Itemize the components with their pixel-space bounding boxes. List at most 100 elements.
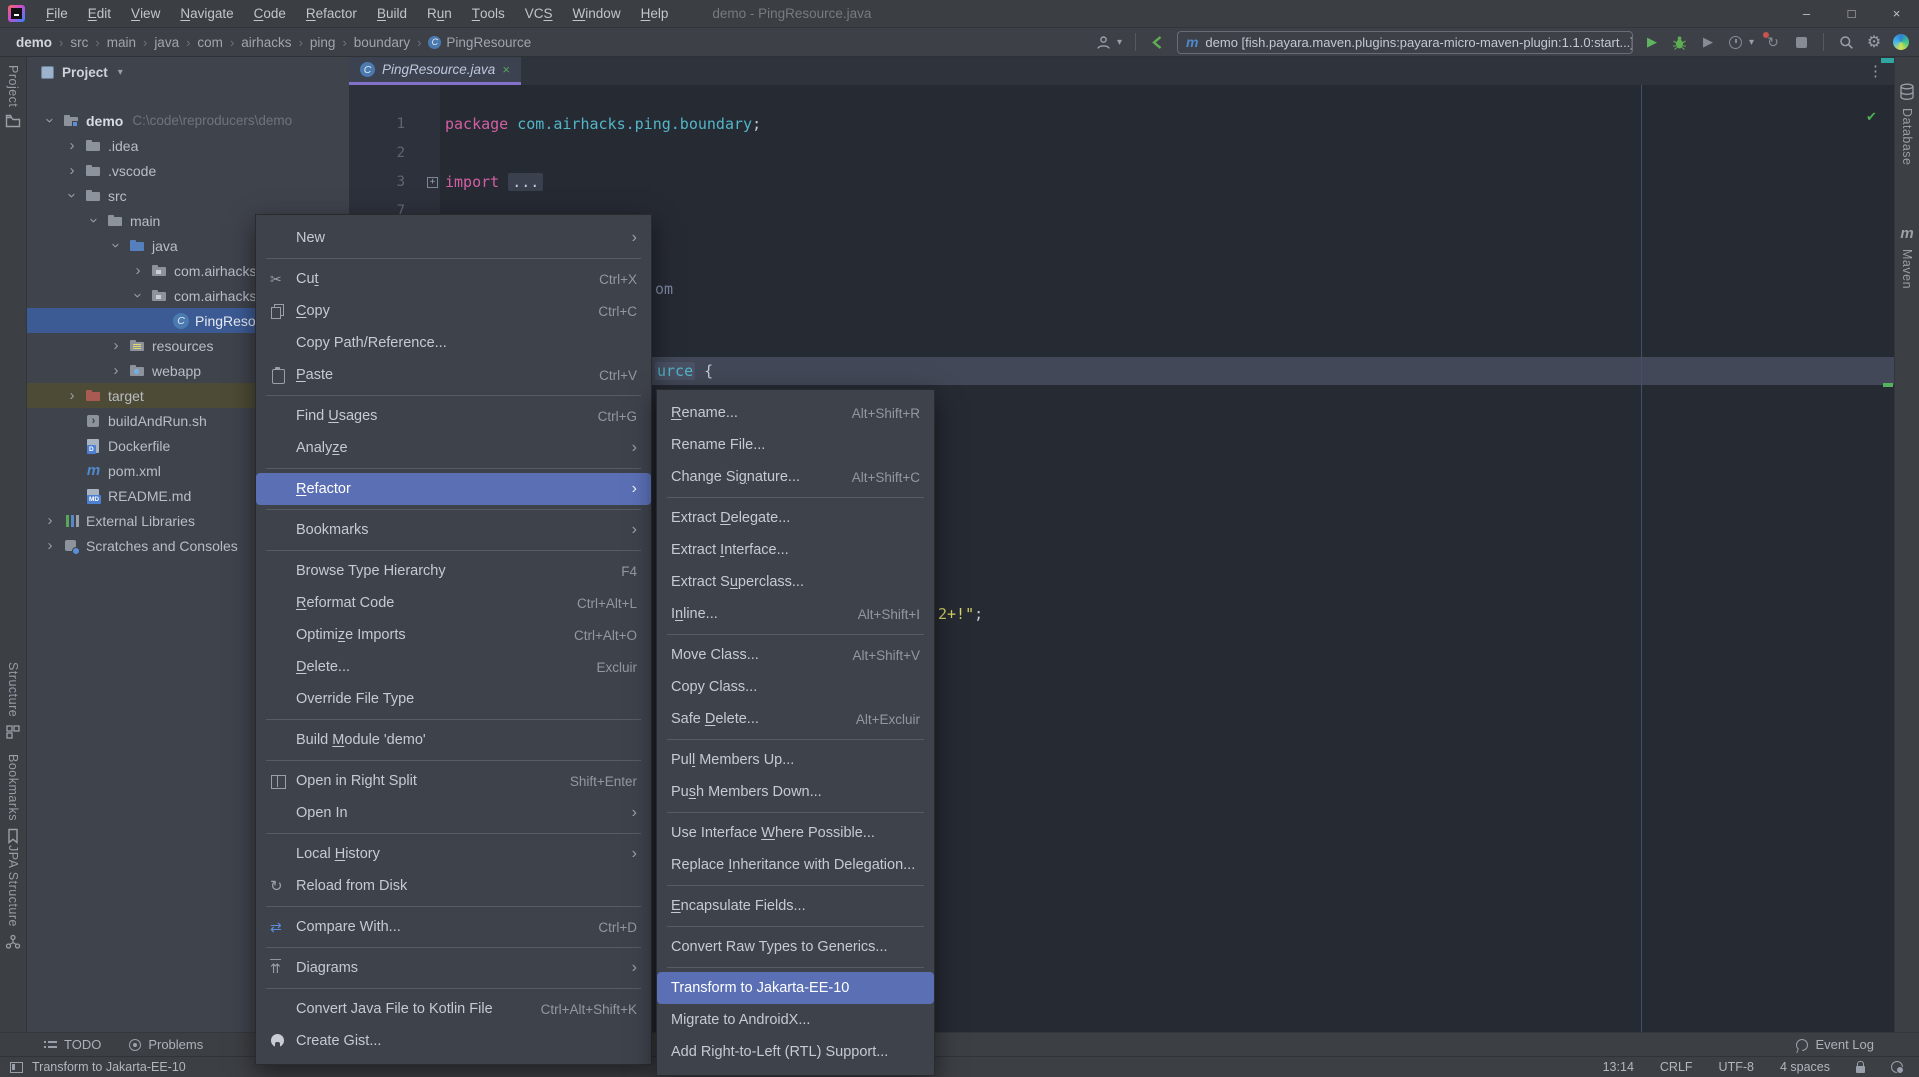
titlebar-menu-code[interactable]: Code (244, 0, 296, 27)
menu-item-replace-inheritance-with-delegation[interactable]: Replace Inheritance with Delegation... (657, 849, 934, 881)
tool-button-structure[interactable]: Structure (0, 662, 26, 740)
run-with-coverage-button[interactable]: ▶ (1699, 33, 1717, 51)
chevron-collapsed-icon[interactable]: › (65, 138, 79, 153)
menu-item-rename-file[interactable]: Rename File... (657, 429, 934, 461)
menu-item-open-in[interactable]: Open In› (256, 797, 651, 829)
status-segment-crlf[interactable]: CRLF (1660, 1060, 1693, 1074)
search-everywhere-icon[interactable] (1837, 33, 1855, 51)
chevron-expanded-icon[interactable]: › (65, 189, 80, 203)
tool-button-bookmarks[interactable]: Bookmarks (0, 754, 26, 844)
chevron-expanded-icon[interactable]: › (43, 114, 58, 128)
breadcrumb-item-java[interactable]: java (154, 35, 179, 50)
menu-item-delete[interactable]: Delete...Excluir (256, 651, 651, 683)
chevron-collapsed-icon[interactable]: › (109, 338, 123, 353)
menu-item-reformat-code[interactable]: Reformat CodeCtrl+Alt+L (256, 587, 651, 619)
payara-icon[interactable] (1893, 34, 1909, 50)
menu-item-find-usages[interactable]: Find UsagesCtrl+G (256, 400, 651, 432)
menu-item-change-signature[interactable]: Change Signature...Alt+Shift+C (657, 461, 934, 493)
status-segment-utf-8[interactable]: UTF-8 (1719, 1060, 1754, 1074)
tab-close-icon[interactable]: × (502, 62, 510, 77)
chevron-collapsed-icon[interactable]: › (65, 163, 79, 178)
menu-item-copy-path-reference[interactable]: Copy Path/Reference... (256, 327, 651, 359)
project-panel-header[interactable]: Project ▾ (27, 57, 349, 87)
tree-row-vscode[interactable]: ›.vscode (27, 158, 349, 183)
titlebar-menu-tools[interactable]: Tools (462, 0, 515, 27)
menu-item-diagrams[interactable]: Diagrams› (256, 952, 651, 984)
breadcrumb-item-boundary[interactable]: boundary (354, 35, 410, 50)
tool-button-maven[interactable]: m Maven (1895, 225, 1919, 289)
menu-item-convert-java-file-to-kotlin-file[interactable]: Convert Java File to Kotlin FileCtrl+Alt… (256, 993, 651, 1025)
menu-item-cut[interactable]: CutCtrl+X (256, 263, 651, 295)
lock-icon[interactable] (1856, 1066, 1865, 1073)
titlebar-menu-run[interactable]: Run (417, 0, 462, 27)
menu-item-reload-from-disk[interactable]: Reload from Disk (256, 870, 651, 902)
menu-item-pull-members-up[interactable]: Pull Members Up... (657, 744, 934, 776)
close-button[interactable]: × (1874, 0, 1919, 27)
menu-item-new[interactable]: New› (256, 222, 651, 254)
menu-item-encapsulate-fields[interactable]: Encapsulate Fields... (657, 890, 934, 922)
chevron-expanded-icon[interactable]: › (131, 289, 146, 303)
menu-item-extract-delegate[interactable]: Extract Delegate... (657, 502, 934, 534)
menu-item-add-right-to-left-rtl-support[interactable]: Add Right-to-Left (RTL) Support... (657, 1036, 934, 1068)
breadcrumb-item-src[interactable]: src (70, 35, 88, 50)
menu-item-bookmarks[interactable]: Bookmarks› (256, 514, 651, 546)
menu-item-copy[interactable]: CopyCtrl+C (256, 295, 651, 327)
menu-item-copy-class[interactable]: Copy Class... (657, 671, 934, 703)
chevron-collapsed-icon[interactable]: › (109, 363, 123, 378)
chevron-collapsed-icon[interactable]: › (65, 388, 79, 403)
project-view-caret-icon[interactable]: ▾ (118, 67, 123, 78)
event-log-button[interactable]: Event Log (1796, 1037, 1874, 1052)
menu-item-override-file-type[interactable]: Override File Type (256, 683, 651, 715)
menu-item-analyze[interactable]: Analyze› (256, 432, 651, 464)
status-dock-icon[interactable] (10, 1062, 23, 1073)
run-configuration-select[interactable]: m demo [fish.payara.maven.plugins:payara… (1177, 31, 1633, 54)
titlebar-menu-navigate[interactable]: Navigate (170, 0, 243, 27)
menu-item-paste[interactable]: PasteCtrl+V (256, 359, 651, 391)
titlebar-menu-build[interactable]: Build (367, 0, 417, 27)
minimize-button[interactable]: – (1784, 0, 1829, 27)
breadcrumb-item-main[interactable]: main (107, 35, 136, 50)
titlebar-menu-edit[interactable]: Edit (78, 0, 121, 27)
profiler-button[interactable] (1727, 33, 1745, 51)
menu-item-move-class[interactable]: Move Class...Alt+Shift+V (657, 639, 934, 671)
breadcrumb-item-com[interactable]: com (197, 35, 223, 50)
menu-item-convert-raw-types-to-generics[interactable]: Convert Raw Types to Generics... (657, 931, 934, 963)
tab-pingresource[interactable]: C PingResource.java × (349, 57, 521, 85)
tree-row-idea[interactable]: ›.idea (27, 133, 349, 158)
build-icon[interactable] (1149, 33, 1167, 51)
stop-button[interactable] (1792, 33, 1810, 51)
tool-button-project[interactable]: Project (0, 65, 26, 128)
rerun-disabled-icon[interactable]: ↻ (1764, 33, 1782, 51)
breadcrumb-item-demo[interactable]: demo (16, 35, 52, 50)
menu-item-optimize-imports[interactable]: Optimize ImportsCtrl+Alt+O (256, 619, 651, 651)
tree-row-demo[interactable]: ›demoC:\code\reproducers\demo (27, 108, 349, 133)
menu-item-create-gist[interactable]: Create Gist... (256, 1025, 651, 1057)
menu-item-safe-delete[interactable]: Safe Delete...Alt+Excluir (657, 703, 934, 735)
chevron-collapsed-icon[interactable]: › (131, 263, 145, 278)
breadcrumb-item-ping[interactable]: ping (310, 35, 336, 50)
todo-tool-button[interactable]: TODO (44, 1037, 101, 1052)
menu-item-inline[interactable]: Inline...Alt+Shift+I (657, 598, 934, 630)
menu-item-compare-with[interactable]: Compare With...Ctrl+D (256, 911, 651, 943)
chevron-expanded-icon[interactable]: › (109, 239, 124, 253)
tool-button-jpa-structure[interactable]: JPA Structure (0, 845, 26, 950)
titlebar-menu-file[interactable]: File (36, 0, 78, 27)
menu-item-build-module-demo[interactable]: Build Module 'demo' (256, 724, 651, 756)
maximize-button[interactable]: □ (1829, 0, 1874, 27)
chevron-collapsed-icon[interactable]: › (43, 513, 57, 528)
menu-item-transform-to-jakarta-ee-10[interactable]: Transform to Jakarta-EE-10 (657, 972, 934, 1004)
menu-item-extract-superclass[interactable]: Extract Superclass... (657, 566, 934, 598)
run-button[interactable]: ▶ (1643, 33, 1661, 51)
status-segment-4-spaces[interactable]: 4 spaces (1780, 1060, 1830, 1074)
menu-item-extract-interface[interactable]: Extract Interface... (657, 534, 934, 566)
fold-expand-icon[interactable]: + (427, 177, 438, 188)
problems-tool-button[interactable]: Problems (129, 1037, 203, 1052)
tool-button-database[interactable]: Database (1895, 83, 1919, 166)
chevron-collapsed-icon[interactable]: › (43, 538, 57, 553)
menu-item-browse-type-hierarchy[interactable]: Browse Type HierarchyF4 (256, 555, 651, 587)
status-segment-13-14[interactable]: 13:14 (1603, 1060, 1634, 1074)
tab-options-icon[interactable]: ⋮ (1868, 62, 1884, 80)
debug-button[interactable] (1671, 33, 1689, 51)
titlebar-menu-window[interactable]: Window (563, 0, 631, 27)
menu-item-use-interface-where-possible[interactable]: Use Interface Where Possible... (657, 817, 934, 849)
